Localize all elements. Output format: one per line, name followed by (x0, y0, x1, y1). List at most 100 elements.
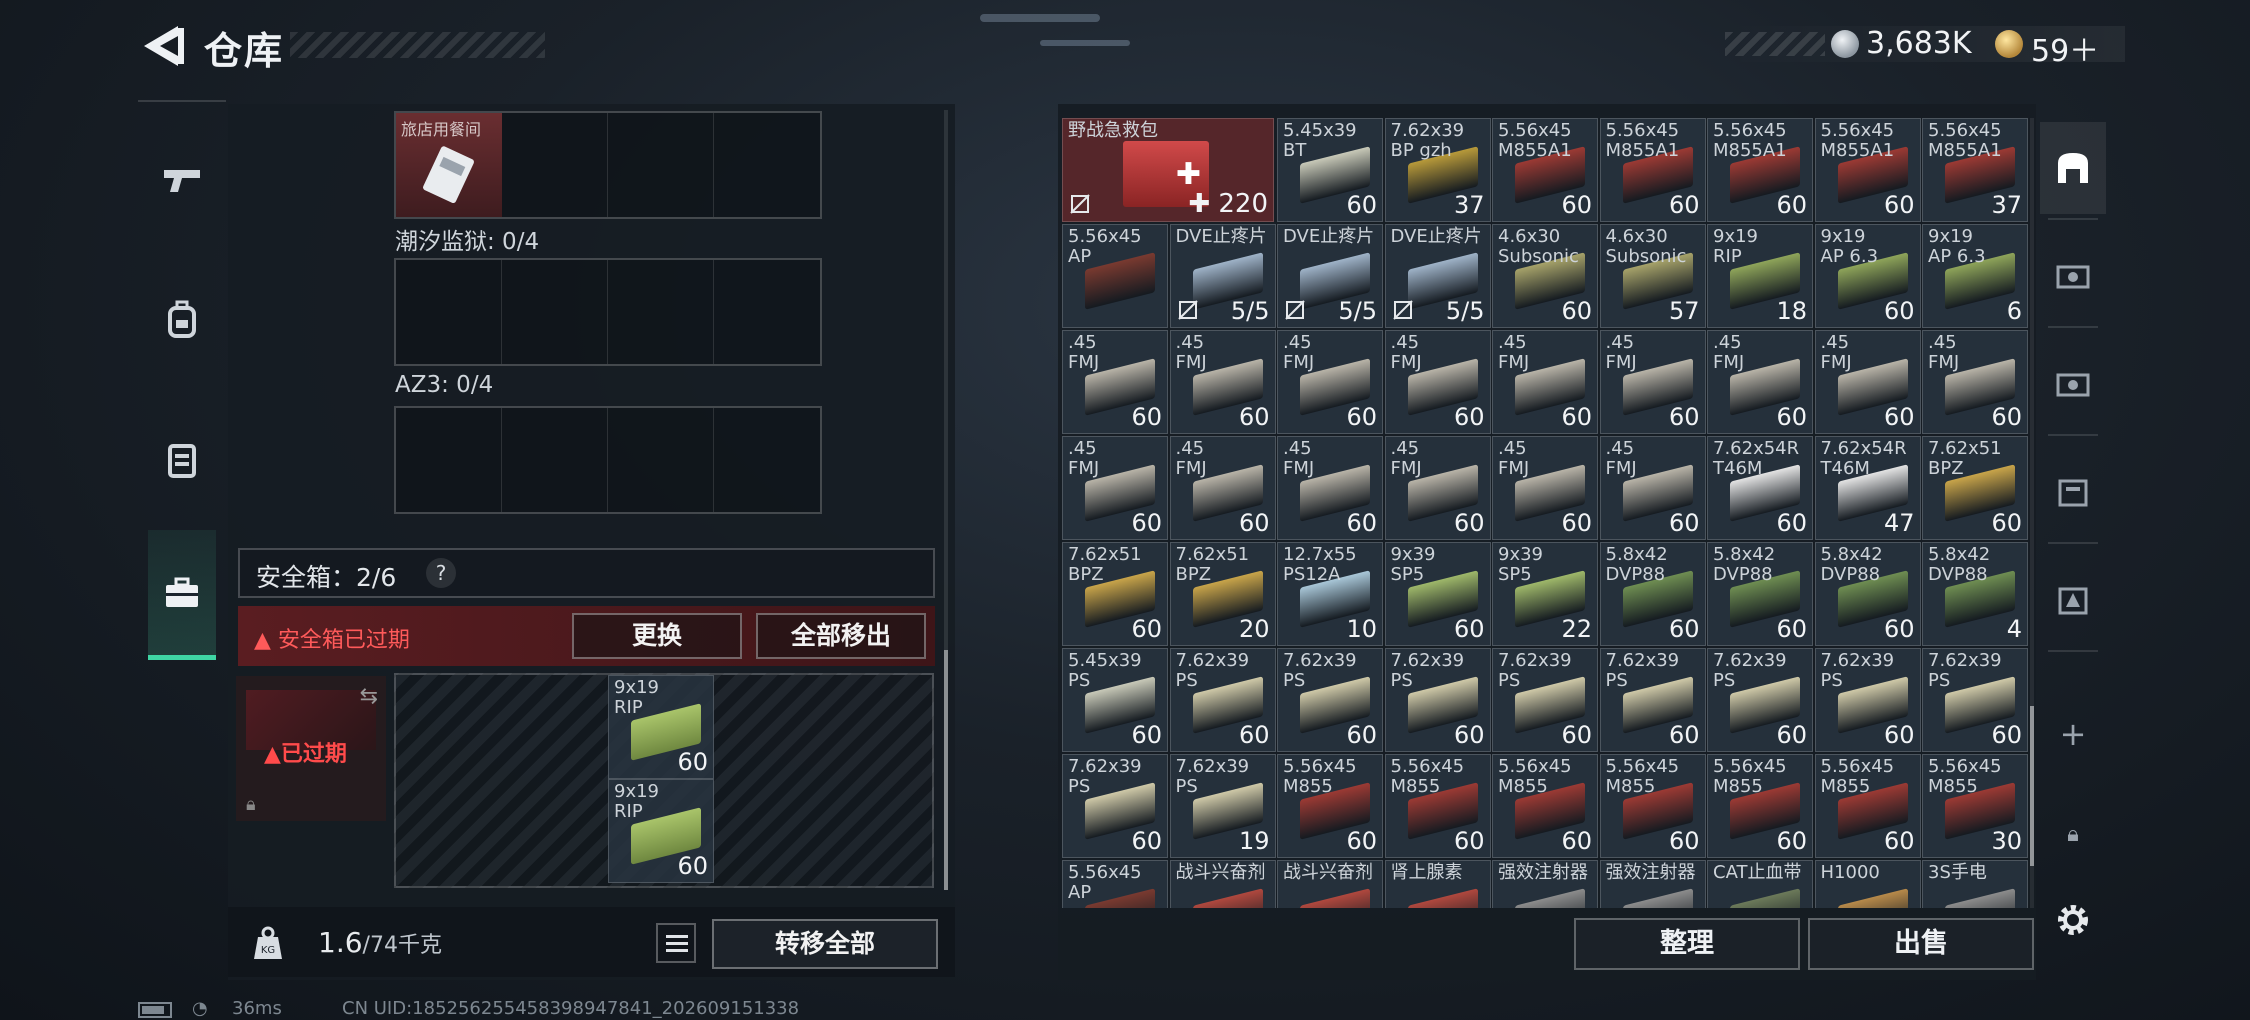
transfer-all-button[interactable]: 转移全部 (712, 919, 938, 969)
safebox-grid[interactable]: 9x19 RIP 60 9x19 RIP 60 (394, 673, 934, 888)
container-slot-row[interactable] (394, 406, 822, 514)
stash-item[interactable]: .45 FMJ 60 (1169, 436, 1276, 540)
container-slot-row[interactable] (394, 258, 822, 366)
stash-item[interactable]: H1000 (1814, 860, 1921, 908)
stash-grid[interactable]: 野战急救包 ✚ ✚ 220 5.45x39 BT 60 7.62x39 BP gzh 37 5… (1062, 118, 2034, 908)
stash-scrollbar-thumb[interactable] (2030, 706, 2034, 866)
stash-item[interactable]: 5.56x45 AP (1062, 224, 1168, 328)
left-scrollbar-thumb[interactable] (944, 650, 948, 890)
stash-item[interactable]: .45 FMJ 60 (1277, 436, 1383, 540)
tab-weapons[interactable] (138, 110, 226, 250)
stash-item[interactable]: 5.56x45 M855 60 (1492, 754, 1598, 858)
stash-item[interactable]: 5.56x45 M855 60 (1599, 754, 1706, 858)
add-tab-button[interactable]: + (2040, 688, 2106, 780)
stash-item[interactable]: 7.62x51 BPZ 60 (1922, 436, 2028, 540)
stash-scrollbar[interactable] (2030, 118, 2034, 908)
safebox-ammo-item[interactable]: 9x19 RIP 60 (608, 779, 714, 883)
stash-item[interactable]: 7.62x39 PS 60 (1599, 648, 1706, 752)
stash-item[interactable]: .45 FMJ 60 (1492, 436, 1598, 540)
stash-item[interactable]: .45 FMJ 60 (1384, 436, 1491, 540)
stash-item[interactable]: 5.8x42 DVP88 60 (1814, 542, 1921, 646)
stash-item[interactable]: .45 FMJ 60 (1707, 330, 1813, 434)
stash-item[interactable]: .45 FMJ 60 (1599, 330, 1706, 434)
list-view-button[interactable] (656, 923, 696, 963)
stash-item[interactable]: 肾上腺素 (1384, 860, 1491, 908)
swap-icon[interactable]: ⇆ (360, 684, 378, 709)
stash-item[interactable]: 强效注射器 (1492, 860, 1598, 908)
sort-button[interactable]: 整理 (1574, 918, 1800, 970)
slot-cell[interactable] (502, 260, 608, 364)
stash-item[interactable]: 7.62x54R T46M 47 (1814, 436, 1921, 540)
left-scrollbar[interactable] (944, 110, 948, 890)
stash-item[interactable]: .45 FMJ 60 (1814, 330, 1921, 434)
stash-item[interactable]: 3S手电 (1922, 860, 2028, 908)
settings-button[interactable] (2040, 874, 2106, 966)
stash-item[interactable]: 5.56x45 M855A1 60 (1814, 118, 1921, 222)
tab-case-4[interactable] (2040, 554, 2106, 646)
slot-cell[interactable] (502, 408, 608, 512)
back-button[interactable] (138, 22, 190, 70)
stash-item[interactable]: 5.8x42 DVP88 60 (1599, 542, 1706, 646)
stash-item[interactable]: 5.56x45 M855 60 (1707, 754, 1813, 858)
help-icon[interactable]: ? (426, 558, 456, 588)
remove-all-button[interactable]: 全部移出 (756, 613, 926, 659)
slot-cell[interactable] (714, 113, 820, 217)
tab-safebox[interactable] (148, 530, 216, 660)
stash-item[interactable]: 7.62x39 BP gzh 37 (1384, 118, 1491, 222)
stash-item[interactable]: 5.8x42 DVP88 60 (1707, 542, 1813, 646)
stash-item[interactable]: 5.56x45 M855 60 (1814, 754, 1921, 858)
stash-item[interactable]: 5.8x42 DVP88 4 (1922, 542, 2028, 646)
stash-item[interactable]: .45 FMJ 60 (1922, 330, 2028, 434)
slot-cell[interactable] (502, 113, 608, 217)
stash-item[interactable]: 5.56x45 M855A1 37 (1922, 118, 2028, 222)
stash-item[interactable]: DVE止疼片 5/5 (1169, 224, 1276, 328)
stash-item[interactable]: .45 FMJ 60 (1169, 330, 1276, 434)
stash-item[interactable]: 7.62x54R T46M 60 (1707, 436, 1813, 540)
stash-item[interactable]: .45 FMJ 60 (1492, 330, 1598, 434)
stash-item[interactable]: 7.62x39 PS 60 (1492, 648, 1598, 752)
stash-item[interactable]: 5.56x45 M855 60 (1277, 754, 1383, 858)
stash-item[interactable]: .45 FMJ 60 (1062, 330, 1168, 434)
slot-cell[interactable] (396, 260, 502, 364)
stash-item[interactable]: 4.6x30 Subsonic 57 (1599, 224, 1706, 328)
stash-item[interactable]: 战斗兴奋剂 (1169, 860, 1276, 908)
room-key-item[interactable]: 旅店用餐间 (396, 113, 502, 217)
tab-case-1[interactable] (2040, 230, 2106, 322)
stash-item[interactable]: 5.56x45 M855A1 60 (1707, 118, 1813, 222)
lock-button[interactable]: 🔒︎ (2040, 802, 2106, 866)
replace-button[interactable]: 更换 (572, 613, 742, 659)
stash-item[interactable]: 5.45x39 BT 60 (1277, 118, 1383, 222)
stash-item[interactable]: DVE止疼片 5/5 (1384, 224, 1491, 328)
stash-item[interactable]: 4.6x30 Subsonic 60 (1492, 224, 1598, 328)
stash-item[interactable]: 12.7x55 PS12A 10 (1277, 542, 1383, 646)
stash-item[interactable]: .45 FMJ 60 (1599, 436, 1706, 540)
stash-item[interactable]: 9x19 RIP 18 (1707, 224, 1813, 328)
stash-item[interactable]: 7.62x39 PS 60 (1277, 648, 1383, 752)
tab-stash[interactable] (2040, 122, 2106, 214)
safebox-ammo-item[interactable]: 9x19 RIP 60 (608, 675, 714, 779)
slot-cell[interactable] (396, 408, 502, 512)
stash-item[interactable]: 7.62x39 PS 19 (1169, 754, 1276, 858)
stash-item[interactable]: 5.56x45 AP (1062, 860, 1168, 908)
stash-item[interactable]: .45 FMJ 60 (1277, 330, 1383, 434)
stash-item[interactable]: 7.62x51 BPZ 60 (1062, 542, 1168, 646)
slot-cell[interactable] (714, 260, 820, 364)
stash-item[interactable]: 7.62x39 PS 60 (1922, 648, 2028, 752)
stash-item[interactable]: 强效注射器 (1599, 860, 1706, 908)
stash-item[interactable]: .45 FMJ 60 (1062, 436, 1168, 540)
tab-backpack[interactable] (138, 250, 226, 390)
first-aid-kit-item[interactable]: 野战急救包 ✚ ✚ 220 (1062, 118, 1274, 222)
stash-item[interactable]: 5.56x45 M855 30 (1922, 754, 2028, 858)
safebox-item[interactable]: ⇆ ▲已过期 🔒︎ (236, 676, 386, 821)
sell-button[interactable]: 出售 (1808, 918, 2034, 970)
stash-item[interactable]: 9x39 SP5 60 (1384, 542, 1491, 646)
slot-cell[interactable] (608, 408, 714, 512)
gold-coin-amount[interactable]: 59＋ (2031, 26, 2099, 70)
stash-item[interactable]: .45 FMJ 60 (1384, 330, 1491, 434)
stash-item[interactable]: 5.56x45 M855A1 60 (1599, 118, 1706, 222)
tab-case-3[interactable] (2040, 446, 2106, 538)
stash-item[interactable]: 9x19 AP 6.3 6 (1922, 224, 2028, 328)
stash-item[interactable]: DVE止疼片 5/5 (1277, 224, 1383, 328)
tab-case-2[interactable] (2040, 338, 2106, 430)
stash-item[interactable]: 9x39 SP5 22 (1492, 542, 1598, 646)
